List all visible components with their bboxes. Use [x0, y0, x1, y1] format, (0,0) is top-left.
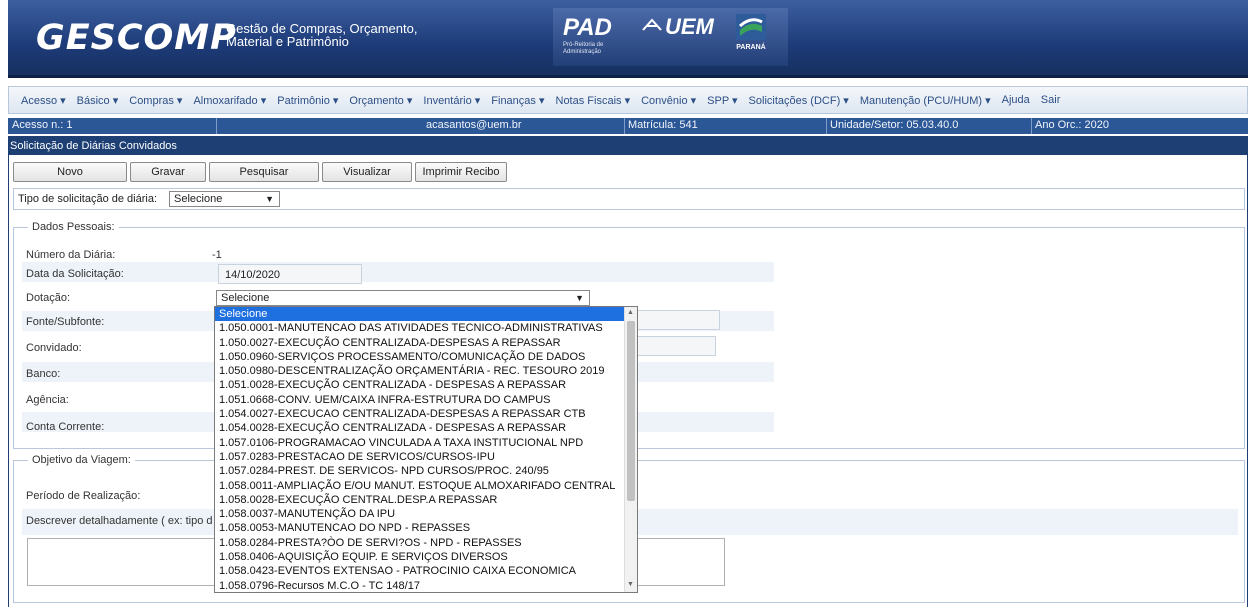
fonte-subfonte-field[interactable]: [632, 310, 720, 330]
pesquisar-button[interactable]: Pesquisar: [209, 162, 319, 182]
tipo-solicitacao-label: Tipo de solicitação de diária:: [18, 193, 158, 205]
data-solicitacao-field[interactable]: 14/10/2020: [218, 264, 362, 284]
subtitle-line-2: Material e Patrimônio: [226, 34, 349, 49]
numero-diaria-label: Número da Diária:: [26, 249, 116, 261]
convidado-field[interactable]: [632, 336, 716, 356]
menu-solicitacoes[interactable]: Solicitações (DCF) ▾: [749, 94, 849, 107]
dotacao-option[interactable]: 1.057.0283-PRESTACAO DE SERVICOS/CURSOS-…: [215, 450, 625, 464]
menu-orcamento[interactable]: Orçamento ▾: [349, 94, 412, 107]
dotacao-label: Dotação:: [26, 292, 71, 304]
uem-emblem-icon: [642, 18, 662, 31]
menu-manutencao[interactable]: Manutenção (PCU/HUM) ▾: [860, 94, 991, 107]
menu-ajuda[interactable]: Ajuda: [1002, 94, 1030, 106]
menu-notas-fiscais[interactable]: Notas Fiscais ▾: [556, 94, 631, 107]
scroll-down-icon[interactable]: ▼: [627, 581, 634, 588]
dotacao-select[interactable]: Selecione ▼: [216, 290, 590, 306]
info-email: acasantos@uem.br: [426, 119, 522, 131]
menu-sair[interactable]: Sair: [1041, 94, 1061, 106]
banco-label: Banco:: [26, 368, 61, 380]
dotacao-dropdown-list[interactable]: Selecione 1.050.0001-MANUTENCAO DAS ATIV…: [214, 306, 638, 593]
menu-convenio[interactable]: Convênio ▾: [641, 94, 696, 107]
dotacao-option[interactable]: 1.057.0284-PREST. DE SERVICOS- NPD CURSO…: [215, 464, 625, 478]
dotacao-option[interactable]: 1.058.0284-PRESTA?ÒO DE SERVI?OS - NPD -…: [215, 536, 625, 550]
dotacao-option[interactable]: 1.058.0423-EVENTOS EXTENSAO - PATROCINIO…: [215, 564, 625, 578]
dotacao-options: Selecione 1.050.0001-MANUTENCAO DAS ATIV…: [215, 307, 625, 592]
parana-text: PARANÁ: [736, 44, 766, 51]
session-info-bar: Acesso n.: 1 acasantos@uem.br Matrícula:…: [8, 118, 1248, 134]
dotacao-option[interactable]: 1.050.0960-SERVIÇOS PROCESSAMENTO/COMUNI…: [215, 350, 625, 364]
menu-compras[interactable]: Compras ▾: [129, 94, 182, 107]
dotacao-value: Selecione: [221, 292, 270, 304]
parana-emblem-icon: [736, 14, 766, 40]
periodo-realizacao-label: Período de Realização:: [26, 490, 141, 502]
novo-button[interactable]: Novo: [13, 162, 127, 182]
fonte-subfonte-label: Fonte/Subfonte:: [26, 316, 105, 328]
parana-logo: PARANÁ: [731, 14, 771, 60]
app-window: GESCOMP Gestão de Compras, Orçamento, Ma…: [0, 0, 1253, 607]
form-toolbar: Novo Gravar Pesquisar Visualizar Imprimi…: [13, 162, 507, 182]
menu-spp[interactable]: SPP ▾: [707, 94, 737, 107]
dotacao-option[interactable]: 1.058.0028-EXECUÇÃO CENTRAL.DESP.A REPAS…: [215, 493, 625, 507]
dotacao-option[interactable]: 1.058.0037-MANUTENÇÃO DA IPU: [215, 507, 625, 521]
info-separator: [624, 118, 625, 134]
pad-logo: PAD: [563, 14, 612, 41]
tipo-solicitacao-row: Tipo de solicitação de diária: Selecione…: [13, 188, 1245, 210]
gescomp-subtitle: Gestão de Compras, Orçamento, Material e…: [226, 22, 426, 48]
info-unidade: Unidade/Setor: 05.03.40.0: [830, 119, 959, 131]
dotacao-option[interactable]: 1.058.0796-Recursos M.C.O - TC 148/17: [215, 579, 625, 592]
dotacao-option[interactable]: 1.051.0028-EXECUÇÃO CENTRALIZADA - DESPE…: [215, 378, 625, 392]
dotacao-option[interactable]: 1.050.0980-DESCENTRALIZAÇÃO ORÇAMENTÁRIA…: [215, 364, 625, 378]
pad-subtitle: Pró-Reitoria de Administração: [563, 42, 603, 56]
descrever-label: Descrever detalhadamente ( ex: tipo d: [26, 515, 213, 527]
pad-uem-logo-box: PAD Pró-Reitoria de Administração UEM PA…: [553, 8, 788, 66]
menu-inventario[interactable]: Inventário ▾: [423, 94, 480, 107]
conta-corrente-label: Conta Corrente:: [26, 421, 105, 433]
scrollbar-thumb[interactable]: [627, 321, 635, 501]
imprimir-recibo-button[interactable]: Imprimir Recibo: [415, 162, 507, 182]
menu-patrimonio[interactable]: Patrimônio ▾: [277, 94, 338, 107]
menu-acesso[interactable]: Acesso ▾: [21, 94, 66, 107]
scroll-up-icon[interactable]: ▲: [627, 309, 634, 316]
menu-basico[interactable]: Básico ▾: [77, 94, 119, 107]
dados-pessoais-legend: Dados Pessoais:: [28, 221, 119, 233]
chevron-down-icon: ▼: [265, 194, 274, 204]
header-banner: GESCOMP Gestão de Compras, Orçamento, Ma…: [8, 0, 1248, 78]
info-matricula: Matrícula: 541: [628, 119, 698, 131]
data-solicitacao-label: Data da Solicitação:: [26, 268, 124, 280]
numero-diaria-value: -1: [212, 249, 222, 261]
chevron-down-icon: ▼: [575, 293, 584, 303]
dotacao-option[interactable]: Selecione: [215, 307, 625, 322]
menu-financas[interactable]: Finanças ▾: [491, 94, 544, 107]
dotacao-option[interactable]: 1.058.0053-MANUTENCAO DO NPD - REPASSES: [215, 521, 625, 535]
pad-sub-line-1: Pró-Reitoria de: [563, 42, 604, 48]
info-acesso: Acesso n.: 1: [12, 119, 73, 131]
dotacao-option[interactable]: 1.054.0028-EXECUÇÃO CENTRALIZADA - DESPE…: [215, 421, 625, 435]
objetivo-viagem-legend: Objetivo da Viagem:: [28, 454, 135, 466]
tipo-solicitacao-value: Selecione: [174, 193, 223, 205]
row-shade: [22, 262, 774, 282]
dotacao-option[interactable]: 1.050.0001-MANUTENCAO DAS ATIVIDADES TEC…: [215, 321, 625, 335]
info-separator: [216, 118, 217, 134]
agencia-label: Agência:: [26, 394, 69, 406]
dotacao-option[interactable]: 1.054.0027-EXECUCAO CENTRALIZADA-DESPESA…: [215, 407, 625, 421]
visualizar-button[interactable]: Visualizar: [322, 162, 412, 182]
info-separator: [826, 118, 827, 134]
dotacao-option[interactable]: 1.058.0406-AQUISIÇÃO EQUIP. E SERVIÇOS D…: [215, 550, 625, 564]
info-separator: [1031, 118, 1032, 134]
dotacao-option[interactable]: 1.050.0027-EXECUÇÃO CENTRALIZADA-DESPESA…: [215, 336, 625, 350]
tipo-solicitacao-select[interactable]: Selecione ▼: [169, 191, 280, 207]
pad-sub-line-2: Administração: [563, 49, 602, 55]
dropdown-scrollbar[interactable]: ▲ ▼: [624, 307, 637, 592]
info-ano: Ano Orc.: 2020: [1035, 119, 1109, 131]
dotacao-option[interactable]: 1.058.0011-AMPLIAÇÃO E/OU MANUT. ESTOQUE…: [215, 479, 625, 493]
menu-almoxarifado[interactable]: Almoxarifado ▾: [193, 94, 266, 107]
dotacao-option[interactable]: 1.051.0668-CONV. UEM/CAIXA INFRA-ESTRUTU…: [215, 393, 625, 407]
uem-logo: UEM: [665, 14, 714, 39]
gravar-button[interactable]: Gravar: [130, 162, 206, 182]
convidado-label: Convidado:: [26, 342, 82, 354]
dotacao-option[interactable]: 1.057.0106-PROGRAMACAO VINCULADA A TAXA …: [215, 436, 625, 450]
gescomp-logo: GESCOMP: [36, 18, 237, 58]
main-menu-bar: Acesso ▾ Básico ▾ Compras ▾ Almoxarifado…: [8, 86, 1248, 114]
section-title: Solicitação de Diárias Convidados: [8, 136, 1248, 155]
